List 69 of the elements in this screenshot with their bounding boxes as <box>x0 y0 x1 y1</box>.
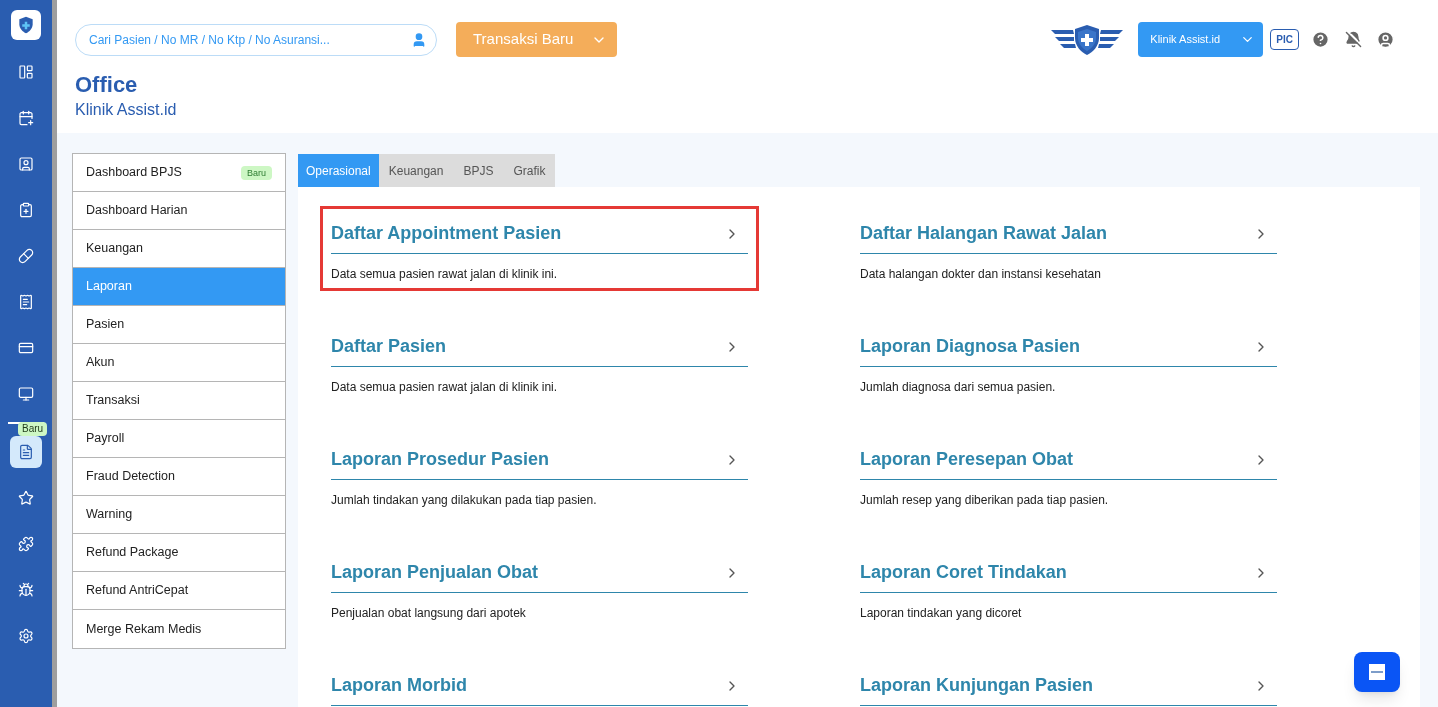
menu-item[interactable]: Merge Rekam Medis <box>73 610 285 648</box>
report-card[interactable]: Laporan Coret Tindakan Laporan tindakan yang dicoret <box>849 545 1288 630</box>
rail-item[interactable] <box>10 436 42 468</box>
receipt-icon <box>18 294 34 310</box>
report-title: Laporan Morbid <box>331 674 467 697</box>
menu-item[interactable]: Payroll <box>73 420 285 458</box>
report-card[interactable]: Laporan Penjualan Obat Penjualan obat langsung dari apotek <box>320 545 759 630</box>
monitor-icon <box>18 386 34 402</box>
report-title: Laporan Prosedur Pasien <box>331 448 550 471</box>
gear-icon <box>18 628 34 644</box>
report-card[interactable]: Laporan Diagnosa Pasien Jumlah diagnosa dari semua pasien. <box>849 319 1288 404</box>
report-title: Daftar Appointment Pasien <box>331 222 562 245</box>
tab[interactable]: Grafik <box>503 154 556 187</box>
menu-item[interactable]: Pasien <box>73 306 285 344</box>
app-logo[interactable] <box>11 10 41 40</box>
help-icon[interactable] <box>1311 30 1330 49</box>
menu-item[interactable]: Akun <box>73 344 285 382</box>
report-card[interactable]: Laporan Kunjungan Pasien <box>849 658 1288 707</box>
menu-item[interactable]: Dashboard BPJS Baru <box>73 154 285 192</box>
role-label: PIC <box>1270 29 1299 50</box>
report-card[interactable]: Daftar Pasien Data semua pasien rawat jalan di klinik ini. <box>320 319 759 404</box>
report-title: Laporan Diagnosa Pasien <box>860 335 1081 358</box>
report-card[interactable]: Laporan Morbid <box>320 658 759 707</box>
account-icon[interactable] <box>1376 30 1395 49</box>
clipboard-icon <box>18 202 34 218</box>
report-description: Jumlah tindakan yang dilakukan pada tiap pasien. <box>331 492 597 509</box>
menu-item[interactable]: Fraud Detection <box>73 458 285 496</box>
puzzle-icon <box>18 536 34 552</box>
calendar-icon <box>18 110 34 126</box>
card-icon <box>18 340 34 356</box>
report-title: Laporan Penjualan Obat <box>331 561 539 584</box>
page-subtitle: Klinik Assist.id <box>75 100 177 120</box>
document-icon <box>18 444 34 460</box>
menu-item[interactable]: Refund Package <box>73 534 285 572</box>
pill-icon <box>18 248 34 264</box>
menu-item[interactable]: Dashboard Harian <box>73 192 285 230</box>
bell-off-icon[interactable] <box>1345 31 1362 48</box>
star-icon <box>18 490 34 506</box>
report-title: Daftar Pasien <box>331 335 447 358</box>
tab[interactable]: Keuangan <box>378 154 454 187</box>
layout-icon <box>18 64 34 80</box>
report-title: Laporan Peresepan Obat <box>860 448 1074 471</box>
report-card[interactable]: Laporan Peresepan Obat Jumlah resep yang diberikan pada tiap pasien. <box>849 432 1288 517</box>
tab[interactable]: BPJS <box>453 154 504 187</box>
menu-item[interactable]: Transaksi <box>73 382 285 420</box>
report-title: Daftar Halangan Rawat Jalan <box>860 222 1108 245</box>
report-card[interactable]: Daftar Halangan Rawat Jalan Data halangan dokter dan instansi kesehatan <box>849 206 1288 291</box>
search-field[interactable]: Cari Pasien / No MR / No Ktp / No Asuransi... <box>75 23 437 56</box>
report-card[interactable]: Laporan Prosedur Pasien Jumlah tindakan yang dilakukan pada tiap pasien. <box>320 432 759 517</box>
new-badge: Baru <box>241 165 272 180</box>
report-description: Data semua pasien rawat jalan di klinik ini. <box>331 266 558 283</box>
report-description: Jumlah diagnosa dari semua pasien. <box>860 379 1056 396</box>
report-description: Laporan tindakan yang dicoret <box>860 605 1022 622</box>
menu-item[interactable]: Warning <box>73 496 285 534</box>
report-description: Penjualan obat langsung dari apotek <box>331 605 526 622</box>
report-description: Jumlah resep yang diberikan pada tiap pasien. <box>860 492 1109 509</box>
user-icon <box>411 31 427 48</box>
bug-icon <box>18 582 34 598</box>
report-description: Data halangan dokter dan instansi kesehatan <box>860 266 1101 283</box>
new-badge: Baru <box>18 422 48 436</box>
chat-button[interactable] <box>1354 652 1400 692</box>
report-card[interactable]: Daftar Appointment Pasien Data semua pasien rawat jalan di klinik ini. <box>320 206 759 291</box>
report-title: Laporan Coret Tindakan <box>860 561 1067 584</box>
menu-item[interactable]: Refund AntriCepat <box>73 572 285 610</box>
page-title: Office <box>75 71 138 99</box>
report-title: Laporan Kunjungan Pasien <box>860 674 1094 697</box>
report-description: Data semua pasien rawat jalan di klinik ini. <box>331 379 558 396</box>
logo-icon <box>1369 664 1385 680</box>
user-card-icon <box>18 156 34 172</box>
